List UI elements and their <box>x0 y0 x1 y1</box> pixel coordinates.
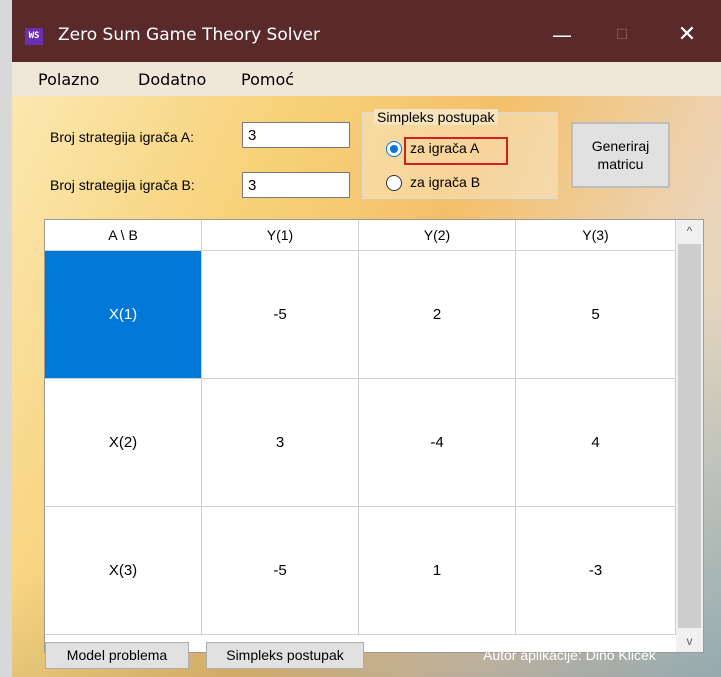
menu-bar: Polazno Dodatno Pomoć <box>12 62 721 96</box>
row-header-x3[interactable]: X(3) <box>45 507 202 635</box>
payoff-matrix-grid[interactable]: A \ B Y(1) Y(2) Y(3) X(1) -5 2 5 X(2) 3 … <box>44 219 704 653</box>
menu-pomoc[interactable]: Pomoć <box>241 70 294 89</box>
strategies-b-input[interactable]: 3 <box>242 172 350 198</box>
header-corner: A \ B <box>45 220 202 251</box>
matrix-cell[interactable]: -3 <box>516 507 676 635</box>
menu-dodatno[interactable]: Dodatno <box>138 70 206 89</box>
window-title: Zero Sum Game Theory Solver <box>58 25 320 45</box>
title-bar[interactable]: WS Zero Sum Game Theory Solver — ☐ ✕ <box>12 0 721 62</box>
header-y1[interactable]: Y(1) <box>202 220 359 251</box>
header-y3[interactable]: Y(3) <box>516 220 676 251</box>
matrix-cell[interactable]: -5 <box>202 507 359 635</box>
app-window: WS Zero Sum Game Theory Solver — ☐ ✕ Pol… <box>0 0 721 677</box>
author-label: Autor aplikacije: Dino Kliček <box>483 647 656 663</box>
simplex-group-title: Simpleks postupak <box>374 109 498 125</box>
vertical-scrollbar[interactable]: ^ v <box>676 220 703 652</box>
radio-player-a-highlight <box>404 137 508 165</box>
radio-player-b-label[interactable]: za igrača B <box>410 174 480 190</box>
scroll-thumb[interactable] <box>678 244 701 628</box>
generate-matrix-button[interactable]: Generiraj matricu <box>571 122 670 188</box>
menu-polazno[interactable]: Polazno <box>38 70 99 89</box>
radio-player-b[interactable] <box>386 175 402 191</box>
window-left-edge <box>0 0 12 677</box>
row-header-x2[interactable]: X(2) <box>45 379 202 507</box>
strategies-a-label: Broj strategija igrača A: <box>50 129 194 145</box>
radio-player-a[interactable] <box>386 141 402 157</box>
row-header-x1[interactable]: X(1) <box>45 251 202 379</box>
simplex-procedure-button[interactable]: Simpleks postupak <box>206 642 364 669</box>
header-y2[interactable]: Y(2) <box>359 220 516 251</box>
matrix-cell[interactable]: -5 <box>202 251 359 379</box>
matrix-cell[interactable]: 4 <box>516 379 676 507</box>
strategies-b-label: Broj strategija igrača B: <box>50 177 195 193</box>
minimize-button[interactable]: — <box>542 20 582 50</box>
app-icon: WS <box>25 28 43 45</box>
model-problem-button[interactable]: Model problema <box>45 642 189 669</box>
matrix-cell[interactable]: 5 <box>516 251 676 379</box>
client-area: Broj strategija igrača A: 3 Broj strateg… <box>12 96 721 677</box>
scroll-up-icon[interactable]: ^ <box>676 220 703 242</box>
scroll-down-icon[interactable]: v <box>676 630 703 652</box>
maximize-button[interactable]: ☐ <box>602 20 642 50</box>
strategies-a-input[interactable]: 3 <box>242 122 350 148</box>
matrix-cell[interactable]: 1 <box>359 507 516 635</box>
matrix-cell[interactable]: 2 <box>359 251 516 379</box>
matrix-cell[interactable]: 3 <box>202 379 359 507</box>
matrix-cell[interactable]: -4 <box>359 379 516 507</box>
close-button[interactable]: ✕ <box>667 20 707 50</box>
